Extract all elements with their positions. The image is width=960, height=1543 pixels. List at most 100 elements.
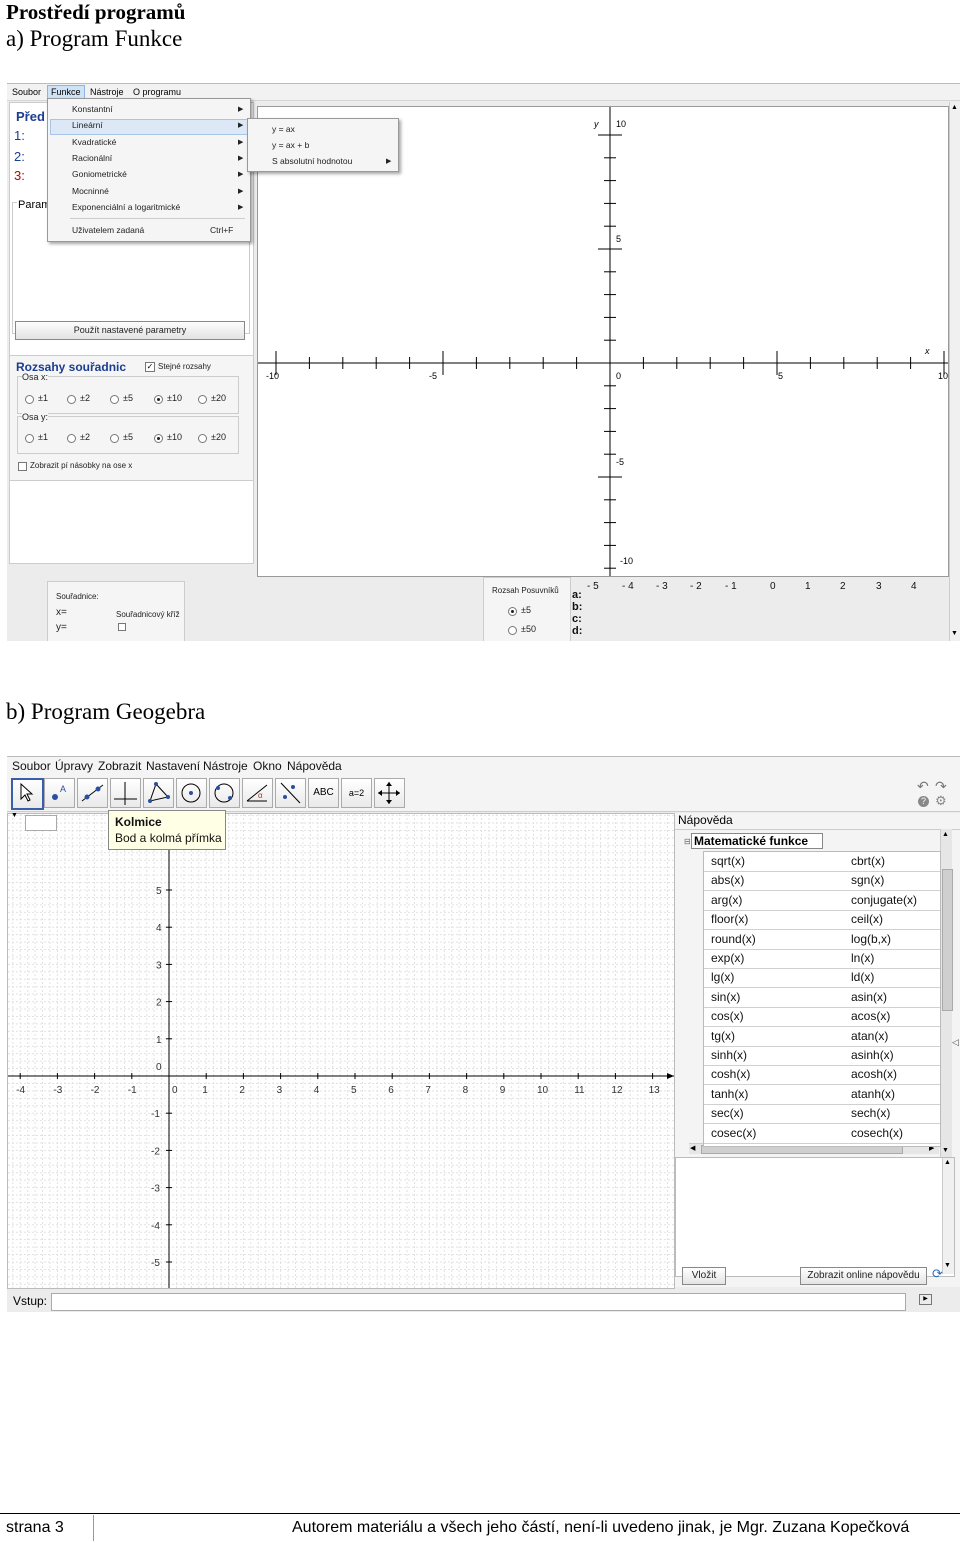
menu-item-exponencialni[interactable]: Exponenciální a logaritmické xyxy=(72,202,180,212)
collapse-icon[interactable]: ⊟ xyxy=(684,837,691,846)
funkce-scrollbar[interactable]: ▲ ▼ xyxy=(949,102,960,641)
table-row[interactable]: cosh(x) acosh(x) xyxy=(704,1065,940,1086)
y-range-2-radio[interactable] xyxy=(67,434,76,443)
menu-nastroje[interactable]: Nástroje xyxy=(203,759,248,773)
menu-item-linearni[interactable]: Lineární xyxy=(72,120,103,130)
view-menu-arrow-icon[interactable]: ▼ xyxy=(11,812,18,819)
cross-checkbox[interactable] xyxy=(118,623,126,631)
help-icon[interactable]: ? xyxy=(918,796,929,807)
panel-collapse-icon[interactable]: ◁ xyxy=(952,1037,959,1048)
y-range-5-radio[interactable] xyxy=(110,434,119,443)
view-toggle-icon[interactable] xyxy=(25,815,57,831)
pi-multiples-checkbox[interactable] xyxy=(18,462,27,471)
table-row[interactable]: tg(x) atan(x) xyxy=(704,1027,940,1047)
menu-okno[interactable]: Okno xyxy=(253,759,282,773)
y-range-20-radio[interactable] xyxy=(198,434,207,443)
scroll-up-icon[interactable]: ▲ xyxy=(951,104,958,111)
menu-funkce[interactable]: Funkce xyxy=(47,85,85,99)
x-range-2-radio[interactable] xyxy=(67,395,76,404)
y-range-10-radio[interactable] xyxy=(154,434,163,443)
scroll-down-icon[interactable]: ▼ xyxy=(942,1147,949,1154)
submenu-item-abs[interactable]: S absolutní hodnotou xyxy=(272,156,352,166)
polygon-tool-icon[interactable] xyxy=(143,778,174,808)
slider-range-50-radio[interactable] xyxy=(508,626,517,635)
menu-item-mocninne[interactable]: Mocninné xyxy=(72,186,109,196)
menu-item-kvadraticke[interactable]: Kvadratické xyxy=(72,137,116,147)
table-row[interactable]: abs(x) sgn(x) xyxy=(704,871,940,892)
table-row[interactable]: sin(x) asin(x) xyxy=(704,988,940,1008)
table-row[interactable]: lg(x) ld(x) xyxy=(704,968,940,989)
submenu-item-ax-b[interactable]: y = ax + b xyxy=(272,140,309,150)
menu-item-uzivatelem-zadana[interactable]: Uživatelem zadaná xyxy=(72,225,144,235)
x-range-10-radio[interactable] xyxy=(154,395,163,404)
table-row[interactable]: sinh(x) asinh(x) xyxy=(704,1046,940,1066)
move-tool-icon[interactable] xyxy=(11,778,44,810)
menu-soubor[interactable]: Soubor xyxy=(12,759,51,773)
gear-icon[interactable]: ⚙ xyxy=(935,793,947,809)
submenu-item-ax[interactable]: y = ax xyxy=(272,124,295,134)
move-view-tool-icon[interactable] xyxy=(374,778,405,808)
menu-soubor[interactable]: Soubor xyxy=(12,87,41,97)
y-range-1-radio[interactable] xyxy=(25,434,34,443)
axis-y-label: Osa y: xyxy=(22,412,49,422)
x-tick-label: 4 xyxy=(314,1085,320,1096)
menu-item-konstantni[interactable]: Konstantní xyxy=(72,104,113,114)
menu-nastroje[interactable]: Nástroje xyxy=(90,87,124,97)
scroll-down-icon[interactable]: ▼ xyxy=(944,1262,951,1269)
menu-nastaveni[interactable]: Nastavení xyxy=(146,759,200,773)
menu-o-programu[interactable]: O programu xyxy=(133,87,181,97)
coords-title: Souřadnice: xyxy=(56,592,99,601)
reflect-tool-icon[interactable] xyxy=(275,778,306,808)
line-tool-icon[interactable] xyxy=(77,778,108,808)
funkce-graph-area[interactable]: y x -10 -5 0 5 10 10 5 -5 -10 xyxy=(257,106,949,592)
online-help-button[interactable]: Zobrazit online nápovědu xyxy=(800,1267,927,1285)
help-section-title[interactable]: Matematické funkce xyxy=(691,833,823,849)
table-row[interactable]: round(x) log(b,x) xyxy=(704,930,940,950)
undo-icon[interactable]: ↶ xyxy=(917,778,929,795)
table-row[interactable]: cosec(x) cosech(x) xyxy=(704,1124,940,1144)
scroll-down-icon[interactable]: ▼ xyxy=(951,630,958,637)
y-range-2-label: ±2 xyxy=(80,432,90,442)
slider-range-5-radio[interactable] xyxy=(508,607,517,616)
help-scrollbar[interactable]: ▲ ▼ xyxy=(940,829,953,1159)
menu-item-goniometricke[interactable]: Goniometrické xyxy=(72,169,127,179)
table-row[interactable]: exp(x) ln(x) xyxy=(704,949,940,969)
help-text-area[interactable]: ▲ ▼ xyxy=(675,1157,955,1277)
table-row[interactable]: cos(x) acos(x) xyxy=(704,1007,940,1028)
scroll-thumb[interactable] xyxy=(942,869,953,1011)
perpendicular-tool-icon[interactable] xyxy=(110,778,141,808)
menu-zobrazit[interactable]: Zobrazit xyxy=(98,759,141,773)
scroll-up-icon[interactable]: ▲ xyxy=(942,831,949,838)
insert-button[interactable]: Vložit xyxy=(682,1267,726,1285)
conic-tool-icon[interactable] xyxy=(209,778,240,808)
menu-upravy[interactable]: Úpravy xyxy=(55,759,93,773)
same-ranges-checkbox[interactable]: ✓ xyxy=(145,362,155,372)
table-row[interactable]: floor(x) ceil(x) xyxy=(704,910,940,931)
circle-tool-icon[interactable] xyxy=(176,778,207,808)
geogebra-graphics-view[interactable]: -4 -3 -2 -1 0 1 2 3 4 5 6 7 8 9 10 11 12 13 5 4 3 2 1 0 -1 -2 -3 -4… xyxy=(7,812,675,1289)
tool-tooltip: Kolmice Bod a kolmá přímka xyxy=(108,810,226,850)
slider-tool-icon[interactable]: a=2 xyxy=(341,778,372,808)
x-range-1-radio[interactable] xyxy=(25,395,34,404)
scroll-left-icon[interactable]: ◀ xyxy=(690,1144,695,1152)
apply-params-button[interactable]: Použít nastavené parametry xyxy=(15,321,245,340)
x-range-1-label: ±1 xyxy=(38,393,48,403)
input-toggle-icon[interactable]: ▶ xyxy=(919,1294,932,1305)
scroll-up-icon[interactable]: ▲ xyxy=(944,1159,951,1166)
menu-napoveda[interactable]: Nápověda xyxy=(287,759,342,773)
same-ranges-label: Stejné rozsahy xyxy=(158,362,211,371)
x-range-20-radio[interactable] xyxy=(198,395,207,404)
text-tool-icon[interactable]: ABC xyxy=(308,778,339,808)
point-tool-icon[interactable]: A xyxy=(44,778,75,808)
menu-item-racionalni[interactable]: Racionální xyxy=(72,153,112,163)
table-row[interactable]: arg(x) conjugate(x) xyxy=(704,891,940,911)
table-row[interactable]: tanh(x) atanh(x) xyxy=(704,1085,940,1105)
table-row[interactable]: sec(x) sech(x) xyxy=(704,1104,940,1125)
refresh-icon[interactable]: ⟳ xyxy=(932,1266,943,1282)
text-scrollbar[interactable]: ▲ ▼ xyxy=(942,1158,954,1274)
angle-tool-icon[interactable]: α xyxy=(242,778,273,808)
x-range-5-radio[interactable] xyxy=(110,395,119,404)
input-field[interactable] xyxy=(51,1293,906,1311)
table-row[interactable]: sqrt(x) cbrt(x) xyxy=(704,852,940,872)
slider-tick: - 5 xyxy=(587,581,599,592)
